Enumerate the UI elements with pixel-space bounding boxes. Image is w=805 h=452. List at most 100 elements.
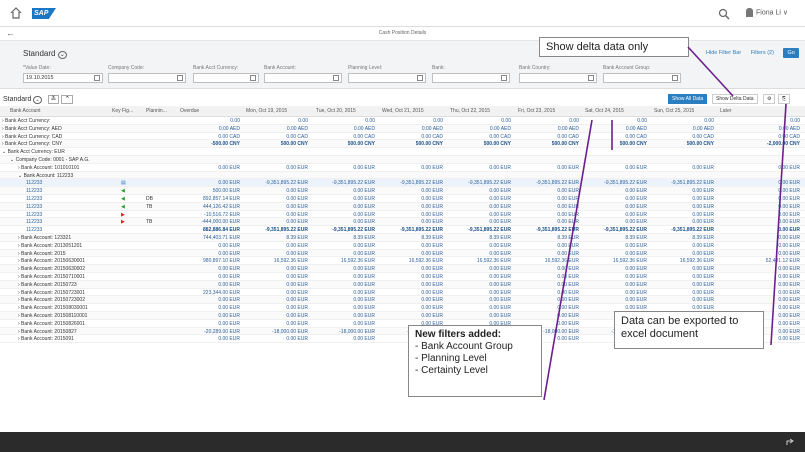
cell-value[interactable]: -9,351,895.22 EUR (400, 227, 443, 233)
cell-value[interactable]: 0.00 EUR (489, 251, 511, 257)
cell-value[interactable]: 500.00 EUR (213, 188, 240, 194)
cell-value[interactable]: 0.00 EUR (286, 305, 308, 311)
cell-value[interactable]: 0.00 EUR (778, 180, 800, 186)
cell-value[interactable]: 0.00 EUR (625, 290, 647, 296)
table-row[interactable]: › Bank Account: 20150723002 0.00 EUR 0.00 … (0, 296, 805, 305)
filter-field[interactable]: Bank: (432, 65, 510, 87)
cell-value[interactable]: 0.00 EUR (353, 204, 375, 210)
cell-value[interactable]: 0.00 EUR (489, 290, 511, 296)
cell-value[interactable]: 500.00 CNY (552, 141, 579, 147)
filter-input[interactable] (264, 73, 342, 83)
cell-value[interactable]: 0.00 EUR (421, 274, 443, 280)
cell-value[interactable]: 0.00 EUR (778, 165, 800, 171)
table-row[interactable]: › Bank Account: 123321 744,403.71 EUR 8.39… (0, 233, 805, 242)
table-row[interactable]: ⌄ Bank Acct Currency: EUR (0, 148, 805, 156)
filter-field[interactable]: Bank Acct Currency: (193, 65, 259, 87)
cell-value[interactable]: -18,000.00 EUR (339, 329, 375, 335)
cell-value[interactable]: 0.00 EUR (692, 219, 714, 225)
cell-value[interactable]: 980,897.10 EUR (203, 258, 240, 264)
cell-value[interactable]: 0.00 AED (693, 126, 714, 132)
cell-value[interactable]: 0.00 CAD (218, 134, 240, 140)
cell-value[interactable]: 0.00 EUR (286, 251, 308, 257)
cell-value[interactable]: 0.00 EUR (778, 282, 800, 288)
cell-value[interactable]: 8.39 EUR (421, 235, 443, 241)
cell-value[interactable]: 0.00 EUR (489, 188, 511, 194)
cell-value[interactable]: 500.00 CNY (620, 141, 647, 147)
value-help-icon[interactable] (177, 75, 183, 81)
cell-value[interactable]: 0.00 EUR (489, 266, 511, 272)
expand-icon[interactable]: ⌃ (61, 95, 74, 104)
cell-value[interactable]: 0.00 EUR (286, 321, 308, 327)
cell-value[interactable]: -500.00 CNY (211, 141, 240, 147)
cell-value[interactable]: 0.00 EUR (692, 212, 714, 218)
cell-value[interactable]: 0.00 EUR (353, 188, 375, 194)
cell-value[interactable]: 0.00 EUR (421, 251, 443, 257)
cell-value[interactable]: 0.00 EUR (489, 313, 511, 319)
cell-value[interactable]: -9,351,895.22 EUR (265, 180, 308, 186)
cell-value[interactable]: 0.00 EUR (692, 196, 714, 202)
table-row[interactable]: ⌄ Bank Account: 112233 (0, 171, 805, 180)
column-header[interactable]: Mon, Oct 19, 2015 (246, 108, 287, 114)
cell-value[interactable]: 0.00 EUR (489, 204, 511, 210)
cell-value[interactable]: 16,592.36 EUR (477, 258, 511, 264)
cell-value[interactable]: 0.00 EUR (557, 321, 579, 327)
cell-value[interactable]: 0.00 EUR (489, 274, 511, 280)
cell-value[interactable]: -9,351,895.22 EUR (468, 227, 511, 233)
cell-value[interactable]: 0.00 EUR (353, 196, 375, 202)
cell-value[interactable]: 0.00 EUR (218, 297, 240, 303)
cell-value[interactable]: 0.00 EUR (489, 219, 511, 225)
value-help-icon[interactable] (333, 75, 339, 81)
cell-value[interactable]: 0.00 EUR (286, 274, 308, 280)
table-row[interactable]: › Bank Account: 20150630001 980,897.10 EU… (0, 257, 805, 266)
cell-value[interactable]: 500.00 CNY (484, 141, 511, 147)
cell-value[interactable]: 0.00 AED (354, 126, 375, 132)
filter-field[interactable]: Planning Level: (348, 65, 426, 87)
cell-value[interactable]: 0.00 CAD (778, 134, 800, 140)
column-header[interactable]: Sat, Oct 24, 2015 (585, 108, 624, 114)
filter-field[interactable]: Bank Account: (264, 65, 342, 87)
cell-value[interactable]: -9,351,895.22 EUR (536, 180, 579, 186)
cell-value[interactable]: 0.00 EUR (557, 165, 579, 171)
table-row[interactable]: ⌄ Company Code: 0001 - SAP A.G. (0, 155, 805, 164)
table-row[interactable]: 112233 ▶ TB -444,000.00 EUR 0.00 EUR 0.00 EUR… (0, 218, 805, 227)
calendar-icon[interactable] (94, 75, 100, 81)
cell-value[interactable]: 0.00 AED (779, 126, 800, 132)
cell-value[interactable]: 0.00 EUR (778, 243, 800, 249)
cell-value[interactable]: 16,592.36 EUR (274, 258, 308, 264)
cell-value[interactable]: 0.00 EUR (489, 297, 511, 303)
cell-value[interactable]: 0.00 EUR (625, 212, 647, 218)
cell-value[interactable]: 500.00 CNY (348, 141, 375, 147)
cell-value[interactable]: 52,431.12 EUR (766, 258, 800, 264)
cell-value[interactable]: 0.00 EUR (778, 336, 800, 342)
cell-value[interactable]: 0.00 EUR (286, 290, 308, 296)
table-row[interactable]: › Bank Acct Currency: CNY -500.00 CNY 500.… (0, 140, 805, 149)
table-row[interactable]: › Bank Account: 101010101 0.00 EUR 0.00 EU… (0, 164, 805, 172)
table-row[interactable]: 112233 ◀ DB 892,857.14 EUR 0.00 EUR 0.00 EUR 0… (0, 195, 805, 203)
cell-value[interactable]: 0.00 (790, 118, 800, 124)
cell-value[interactable]: 500.00 CNY (281, 141, 308, 147)
cell-value[interactable]: 0.00 EUR (218, 266, 240, 272)
cell-value[interactable]: 744,403.71 EUR (203, 235, 240, 241)
cell-value[interactable]: 500.00 CNY (416, 141, 443, 147)
column-header[interactable]: Thu, Oct 22, 2015 (450, 108, 490, 114)
cell-value[interactable]: 0.00 EUR (218, 251, 240, 257)
cell-value[interactable]: 0.00 (230, 118, 240, 124)
cell-value[interactable]: 16,592.36 EUR (680, 258, 714, 264)
cell-value[interactable]: 0.00 EUR (692, 204, 714, 210)
cell-value[interactable]: 0.00 EUR (353, 165, 375, 171)
cell-value[interactable]: 0.00 EUR (557, 297, 579, 303)
cell-value[interactable]: 0.00 EUR (353, 251, 375, 257)
cell-value[interactable]: 0.00 EUR (353, 282, 375, 288)
cell-value[interactable]: 0.00 EUR (557, 243, 579, 249)
table-row[interactable]: › Bank Account: 20150723 0.00 EUR 0.00 EUR… (0, 280, 805, 289)
cell-value[interactable]: 892,857.14 EUR (203, 196, 240, 202)
cell-value[interactable]: 0.00 EUR (778, 219, 800, 225)
cell-value[interactable]: 0.00 EUR (421, 165, 443, 171)
table-row[interactable]: › Bank Acct Currency: AED 0.00 AED 0.00 AE… (0, 124, 805, 133)
cell-value[interactable]: 0.00 EUR (218, 336, 240, 342)
filter-field[interactable]: Bank Account Group: (603, 65, 681, 87)
cell-value[interactable]: 0.00 EUR (286, 297, 308, 303)
cell-value[interactable]: 0.00 EUR (421, 282, 443, 288)
cell-value[interactable]: -9,351,895.22 EUR (536, 227, 579, 233)
cell-value[interactable]: -9,351,895.22 EUR (265, 227, 308, 233)
